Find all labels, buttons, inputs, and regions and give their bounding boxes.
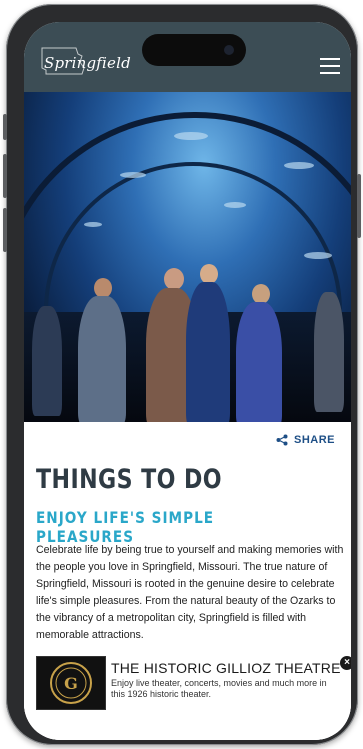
visitor-head — [252, 284, 270, 304]
page-title: THINGS TO DO — [36, 464, 222, 495]
visitor — [32, 306, 62, 416]
phone-screen: Springfield SHARE THINGS TO DO ENJOY LIF… — [24, 22, 351, 740]
fish — [174, 132, 208, 140]
volume-down-button — [3, 208, 7, 252]
share-button[interactable]: SHARE — [276, 434, 335, 446]
visitor-head — [164, 268, 184, 290]
visitor-head — [94, 278, 112, 298]
theatre-emblem-letter: G — [64, 673, 78, 693]
site-header: Springfield — [24, 22, 351, 92]
action-button — [3, 114, 7, 140]
visitor-head — [200, 264, 218, 284]
hamburger-menu-icon[interactable] — [320, 58, 340, 74]
close-icon[interactable]: × — [340, 656, 351, 670]
power-button — [357, 174, 361, 238]
fish — [120, 172, 146, 178]
phone-frame: Springfield SHARE THINGS TO DO ENJOY LIF… — [3, 4, 361, 745]
share-label: SHARE — [293, 434, 335, 446]
fish — [84, 222, 102, 227]
visitor — [314, 292, 344, 412]
logo-wordmark: Springfield — [44, 54, 131, 72]
intro-paragraph: Celebrate life by being true to yourself… — [36, 544, 344, 641]
fish — [284, 162, 314, 169]
fish — [224, 202, 246, 208]
camera-icon — [224, 45, 234, 55]
promo-description: Enjoy live theater, concerts, movies and… — [111, 678, 327, 699]
visitor — [236, 302, 282, 422]
dynamic-island — [142, 34, 246, 66]
volume-up-button — [3, 154, 7, 198]
promo-card[interactable]: G THE HISTORIC GILLIOZ THEATRE Enjoy liv… — [24, 652, 351, 740]
promo-title[interactable]: THE HISTORIC GILLIOZ THEATRE — [111, 660, 341, 676]
page-subtitle: ENJOY LIFE'S SIMPLE PLEASURES — [36, 508, 215, 546]
gillioz-theatre-logo: G — [36, 656, 106, 710]
visitor — [186, 282, 230, 422]
hero-image — [24, 92, 351, 422]
fish — [304, 252, 332, 259]
springfield-logo[interactable]: Springfield — [36, 44, 131, 80]
share-icon — [276, 434, 288, 446]
visitor — [78, 296, 126, 422]
